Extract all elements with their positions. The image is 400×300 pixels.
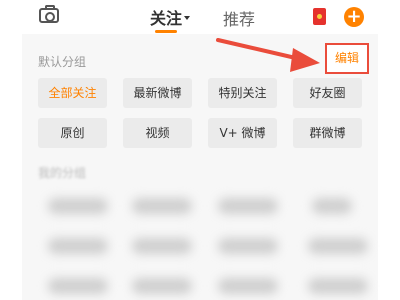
blurred-chip	[218, 198, 278, 214]
blurred-chip	[132, 198, 192, 214]
chip-group-weibo[interactable]: 群微博	[293, 118, 362, 148]
chip-original[interactable]: 原创	[38, 118, 107, 148]
blurred-chip	[218, 238, 278, 254]
camera-icon[interactable]	[39, 5, 59, 23]
edit-button[interactable]: 编辑	[325, 43, 369, 74]
blurred-chip	[132, 278, 192, 294]
blurred-chip	[308, 278, 368, 294]
blurred-chip	[218, 278, 278, 294]
group-panel: 关注 推荐 + 默认分组 编辑 全部关注 最新微博 特别关注 好友圈 原创 视频…	[22, 0, 378, 300]
chip-all-follow[interactable]: 全部关注	[38, 78, 107, 108]
red-packet-seal	[317, 14, 322, 19]
section-title-default: 默认分组	[38, 55, 87, 69]
top-bar: 关注 推荐 +	[22, 0, 378, 34]
add-icon[interactable]: +	[344, 7, 364, 27]
chip-latest-weibo[interactable]: 最新微博	[123, 78, 192, 108]
blurred-chip	[48, 198, 108, 214]
tab-follow[interactable]: 关注	[150, 5, 191, 29]
blurred-chip	[308, 238, 368, 254]
chip-vplus-weibo[interactable]: V+ 微博	[208, 118, 277, 148]
chip-video[interactable]: 视频	[123, 118, 192, 148]
blurred-chip	[48, 278, 108, 294]
chip-special-follow[interactable]: 特别关注	[208, 78, 277, 108]
section-title-my-groups: 我的分组	[38, 166, 87, 180]
blurred-chip	[48, 238, 108, 254]
tab-follow-label: 关注	[150, 9, 183, 28]
camera-lens	[45, 12, 55, 22]
blurred-chip	[132, 238, 192, 254]
red-packet-icon[interactable]	[313, 8, 326, 25]
tab-recommend[interactable]: 推荐	[223, 6, 255, 30]
blurred-my-groups	[22, 180, 378, 300]
chevron-down-icon	[184, 16, 191, 20]
active-tab-indicator	[155, 30, 177, 33]
chip-friends-circle[interactable]: 好友圈	[293, 78, 362, 108]
blurred-chip	[312, 198, 352, 214]
